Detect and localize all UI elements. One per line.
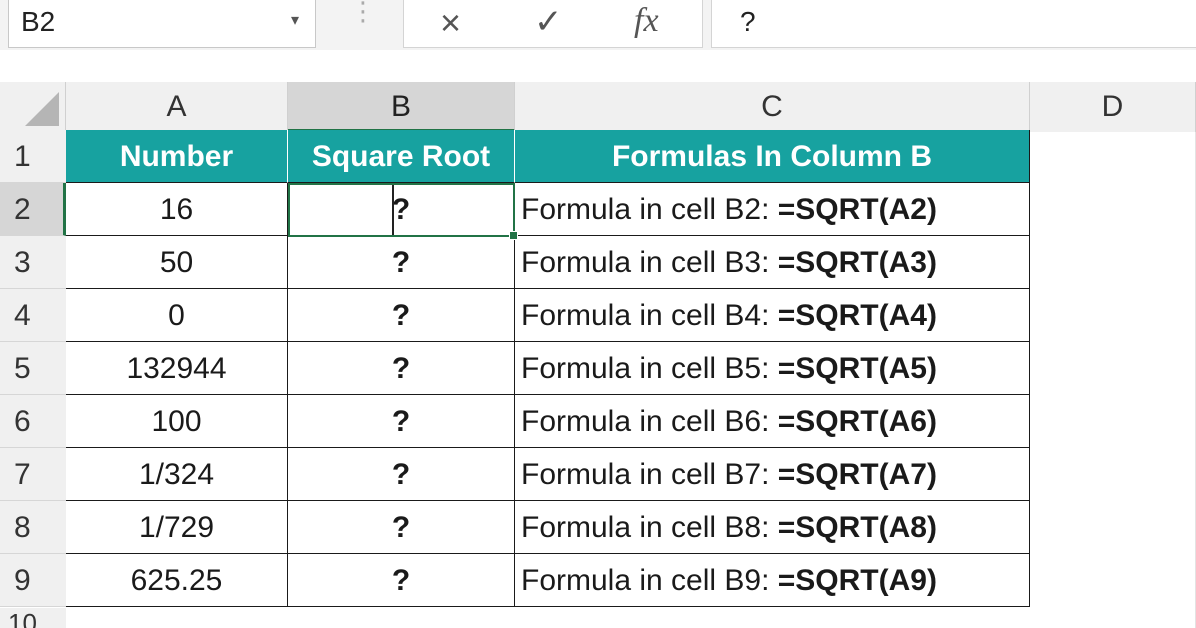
cell-a9[interactable]: 625.25: [66, 554, 288, 607]
formula-text: =SQRT(A2): [777, 193, 937, 226]
header-cell-square-root[interactable]: Square Root: [288, 130, 515, 183]
column-header-a[interactable]: A: [66, 82, 288, 132]
formula-description: Formula in cell B6:: [521, 405, 778, 438]
worksheet-grid: A B C D 1 Number Square Root Formulas In…: [0, 50, 1196, 628]
name-box[interactable]: B2 ▾: [8, 0, 316, 48]
cell-c8[interactable]: Formula in cell B8: =SQRT(A8): [515, 501, 1030, 554]
header-cell-number[interactable]: Number: [66, 130, 288, 183]
column-header-d[interactable]: D: [1030, 82, 1196, 132]
formula-text: =SQRT(A6): [777, 405, 937, 438]
formula-text: =SQRT(A9): [777, 564, 937, 597]
row-header-5[interactable]: 5: [0, 342, 66, 395]
cell-b6[interactable]: ?: [288, 395, 515, 448]
cell-c7[interactable]: Formula in cell B7: =SQRT(A7): [515, 448, 1030, 501]
cell-b2[interactable]: ?: [288, 183, 515, 236]
formula-description: Formula in cell B7:: [521, 458, 778, 491]
header-cell-formulas[interactable]: Formulas In Column B: [515, 130, 1030, 183]
cell-c3[interactable]: Formula in cell B3: =SQRT(A3): [515, 236, 1030, 289]
cell-b3[interactable]: ?: [288, 236, 515, 289]
formula-input-value: ?: [740, 6, 756, 37]
formula-description: Formula in cell B9:: [521, 564, 778, 597]
row-header-2[interactable]: 2: [0, 183, 66, 236]
cell-a4[interactable]: 0: [66, 289, 288, 342]
formula-input[interactable]: ?: [711, 0, 1196, 48]
chevron-down-icon[interactable]: ▾: [291, 10, 299, 30]
formula-description: Formula in cell B5:: [521, 352, 778, 385]
row-header-10[interactable]: 10: [0, 608, 66, 628]
cell-b9[interactable]: ?: [288, 554, 515, 607]
formula-buttons: × ✓ fx: [403, 0, 703, 48]
enter-check-icon[interactable]: ✓: [534, 2, 563, 42]
cell-a2[interactable]: 16: [66, 183, 288, 236]
cell-a3[interactable]: 50: [66, 236, 288, 289]
formula-text: =SQRT(A3): [777, 246, 937, 279]
column-header-c[interactable]: C: [515, 82, 1030, 132]
column-header-b[interactable]: B: [288, 82, 515, 132]
cancel-icon[interactable]: ×: [440, 2, 461, 44]
formula-description: Formula in cell B8:: [521, 511, 778, 544]
cell-a6[interactable]: 100: [66, 395, 288, 448]
cell-a5[interactable]: 132944: [66, 342, 288, 395]
cell-c6[interactable]: Formula in cell B6: =SQRT(A6): [515, 395, 1030, 448]
cell-c9[interactable]: Formula in cell B9: =SQRT(A9): [515, 554, 1030, 607]
row-header-4[interactable]: 4: [0, 289, 66, 342]
formula-description: Formula in cell B2:: [521, 193, 778, 226]
row-header-9[interactable]: 9: [0, 554, 66, 607]
formula-text: =SQRT(A5): [777, 352, 937, 385]
insert-function-icon[interactable]: fx: [634, 2, 659, 40]
row-header-6[interactable]: 6: [0, 395, 66, 448]
cell-b8[interactable]: ?: [288, 501, 515, 554]
cell-a7[interactable]: 1/324: [66, 448, 288, 501]
cell-b4[interactable]: ?: [288, 289, 515, 342]
select-all-corner[interactable]: [0, 82, 66, 132]
row-header-8[interactable]: 8: [0, 501, 66, 554]
formula-bar: B2 ▾ ⋮ × ✓ fx ?: [0, 0, 1196, 50]
formula-text: =SQRT(A7): [777, 458, 937, 491]
formula-description: Formula in cell B3:: [521, 246, 778, 279]
cell-c5[interactable]: Formula in cell B5: =SQRT(A5): [515, 342, 1030, 395]
name-box-value: B2: [21, 6, 56, 37]
cell-edit-cursor: [392, 185, 394, 235]
row-header-1[interactable]: 1: [0, 130, 66, 183]
row-header-7[interactable]: 7: [0, 448, 66, 501]
cell-c4[interactable]: Formula in cell B4: =SQRT(A4): [515, 289, 1030, 342]
cell-b5[interactable]: ?: [288, 342, 515, 395]
formula-text: =SQRT(A8): [777, 511, 937, 544]
row-header-3[interactable]: 3: [0, 236, 66, 289]
drag-handle-icon[interactable]: ⋮: [350, 0, 376, 24]
formula-description: Formula in cell B4:: [521, 299, 778, 332]
cell-c2[interactable]: Formula in cell B2: =SQRT(A2): [515, 183, 1030, 236]
cell-b7[interactable]: ?: [288, 448, 515, 501]
cell-a8[interactable]: 1/729: [66, 501, 288, 554]
formula-text: =SQRT(A4): [777, 299, 937, 332]
